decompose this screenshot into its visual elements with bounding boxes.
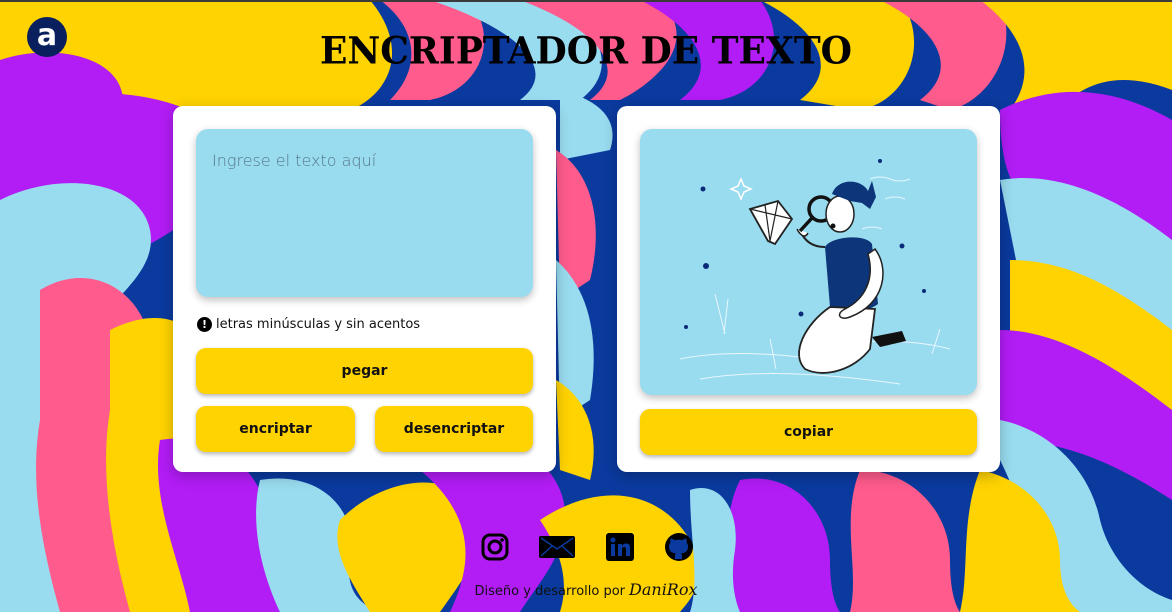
hint-text: letras minúsculas y sin acentos [216,317,421,332]
text-input[interactable] [196,129,533,297]
encrypt-button[interactable]: encriptar [196,406,355,452]
person-with-magnifier-diamond-illustration [679,159,951,385]
decrypt-button[interactable]: desencriptar [375,406,533,452]
output-card: copiar [617,106,1000,472]
instagram-icon[interactable] [480,532,510,562]
copy-button[interactable]: copiar [640,409,977,455]
linkedin-icon[interactable] [605,532,635,562]
github-icon[interactable] [664,532,694,562]
exclamation-icon: ! [197,317,212,332]
paste-button[interactable]: pegar [196,348,533,394]
output-area [640,129,977,395]
page-title: ENCRIPTADOR DE TEXTO [319,28,853,74]
author-signature: DaniRox [629,580,698,599]
input-card: ! letras minúsculas y sin acentos pegar … [173,106,556,472]
input-hint: ! letras minúsculas y sin acentos [197,317,420,332]
mail-icon[interactable] [538,532,576,562]
top-border [0,0,1172,2]
footer-credit: Diseño y desarrollo por DaniRox [0,580,1172,599]
credit-text: Diseño y desarrollo por [474,584,626,599]
